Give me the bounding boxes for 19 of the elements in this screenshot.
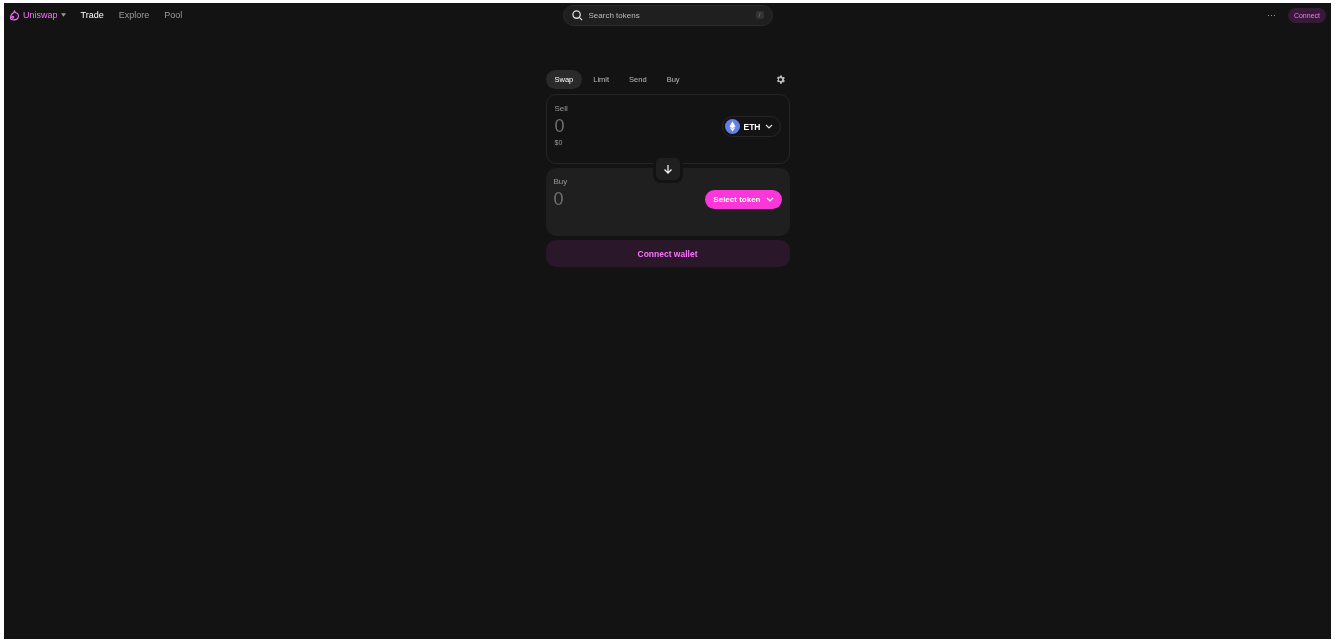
- amount-input[interactable]: 0: [554, 116, 565, 137]
- settings-icon[interactable]: [774, 74, 786, 85]
- caret-icon: [60, 13, 66, 17]
- brand-menu[interactable]: Uniswap: [9, 9, 66, 21]
- eth-icon: [724, 119, 740, 134]
- chevron-down-icon: [764, 124, 773, 129]
- chevron-down-icon: [765, 197, 774, 202]
- token-selector[interactable]: ETH: [721, 116, 781, 137]
- sell-label: Sell: [554, 104, 569, 113]
- nav-link[interactable]: Trade: [80, 10, 104, 20]
- more-button[interactable]: ···: [1266, 10, 1276, 20]
- brand-name: Uniswap: [23, 10, 58, 20]
- buy-label: Buy: [553, 177, 569, 186]
- search-icon: [571, 9, 583, 21]
- arrow-down-icon: [662, 164, 673, 174]
- nav-link[interactable]: Pool: [164, 10, 183, 20]
- swap-direction-button[interactable]: [652, 155, 683, 183]
- connect-wallet-button[interactable]: Connect wallet: [545, 240, 790, 267]
- nav-link[interactable]: Explore: [118, 10, 150, 20]
